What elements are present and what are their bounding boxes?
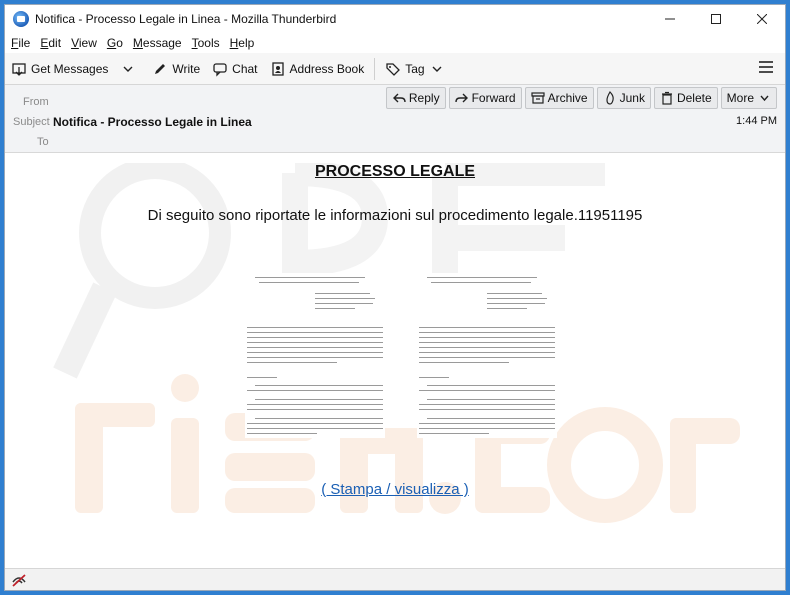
chat-button[interactable]: Chat [206,56,263,82]
forward-button[interactable]: Forward [448,87,522,109]
menu-view[interactable]: View [71,36,97,50]
subject-label: Subject [13,116,50,128]
address-book-button[interactable]: Address Book [264,56,371,82]
hamburger-icon [759,61,773,73]
maximize-button[interactable] [693,5,739,33]
menu-accel: V [71,36,79,50]
junk-button[interactable]: Junk [596,87,651,109]
pencil-icon [152,61,168,77]
minimize-icon [665,18,675,20]
thunderbird-window: Notifica - Processo Legale in Linea - Mo… [4,4,786,591]
menu-label: essage [142,36,182,50]
menu-label: o [116,36,123,50]
menu-label: dit [48,36,62,50]
chevron-down-icon [757,91,771,105]
thunderbird-logo-icon [13,11,29,27]
delete-button[interactable]: Delete [653,87,718,109]
offline-status-icon[interactable] [11,572,27,588]
email-heading: PROCESSO LEGALE [314,163,476,180]
get-messages-dropdown[interactable] [114,56,146,82]
menu-message[interactable]: Message [133,36,182,50]
menu-edit[interactable]: Edit [40,36,61,50]
message-body: PROCESSO LEGALE Di seguito sono riportat… [5,153,785,568]
more-button[interactable]: More [720,87,777,109]
trash-icon [660,91,674,105]
junk-flame-icon [603,91,617,105]
chevron-down-icon [429,61,445,77]
to-label: To [37,136,49,148]
window-title: Notifica - Processo Legale in Linea - Mo… [35,12,337,26]
email-intro-text: Di seguito sono riportate le informazion… [147,207,643,224]
menu-bar: File Edit View Go Message Tools Help [5,33,785,53]
archive-icon [530,91,545,105]
chat-bubble-icon [212,61,228,77]
from-label: From [23,96,49,108]
status-bar [5,568,785,590]
menu-go[interactable]: Go [107,36,123,50]
get-messages-label: Get Messages [31,61,109,76]
more-label: More [726,91,754,105]
window-controls [647,5,785,33]
app-menu-button[interactable] [759,60,773,78]
write-button[interactable]: Write [146,56,206,82]
menu-label: elp [238,36,255,50]
reply-label: Reply [408,91,440,105]
document-thumbnail-left [245,273,385,438]
menu-tools[interactable]: Tools [192,36,220,50]
tag-label: Tag [405,61,425,76]
archive-label: Archive [547,91,588,105]
write-label: Write [172,61,201,76]
menu-accel: M [132,36,143,50]
delete-label: Delete [676,91,712,105]
title-bar: Notifica - Processo Legale in Linea - Mo… [5,5,785,33]
menu-file[interactable]: File [11,36,30,50]
maximize-icon [711,14,721,24]
message-subject: Notifica - Processo Legale in Linea [53,115,252,129]
main-toolbar: Get Messages Write Chat Address Book Tag [5,53,785,85]
minimize-button[interactable] [647,5,693,33]
menu-accel: H [229,36,239,50]
archive-button[interactable]: Archive [524,87,594,109]
reply-button[interactable]: Reply [385,87,446,109]
address-book-icon [270,61,286,77]
document-thumbnail-right [417,273,557,438]
reply-icon [392,91,406,105]
close-button[interactable] [739,5,785,33]
forward-icon [454,91,469,105]
chat-label: Chat [232,61,258,76]
close-icon [757,14,767,24]
get-messages-button[interactable]: Get Messages [5,56,114,82]
menu-label: iew [78,36,97,50]
menu-accel: G [106,36,117,50]
download-icon [11,61,27,77]
chevron-down-icon [120,61,136,77]
tag-icon [385,61,401,77]
message-actions: Reply Forward Archive Junk Delete More [383,87,777,109]
tag-button[interactable]: Tag [379,56,450,82]
forward-label: Forward [471,91,516,105]
menu-label: ile [18,36,31,50]
message-time: 1:44 PM [736,115,777,127]
print-view-link[interactable]: ( Stampa / visualizza ) [5,481,785,498]
junk-label: Junk [619,91,645,105]
toolbar-separator [374,57,376,80]
message-header: From Subject To Notifica - Processo Lega… [5,85,785,153]
address-book-label: Address Book [289,61,365,76]
menu-label: ools [197,36,220,50]
menu-help[interactable]: Help [230,36,255,50]
